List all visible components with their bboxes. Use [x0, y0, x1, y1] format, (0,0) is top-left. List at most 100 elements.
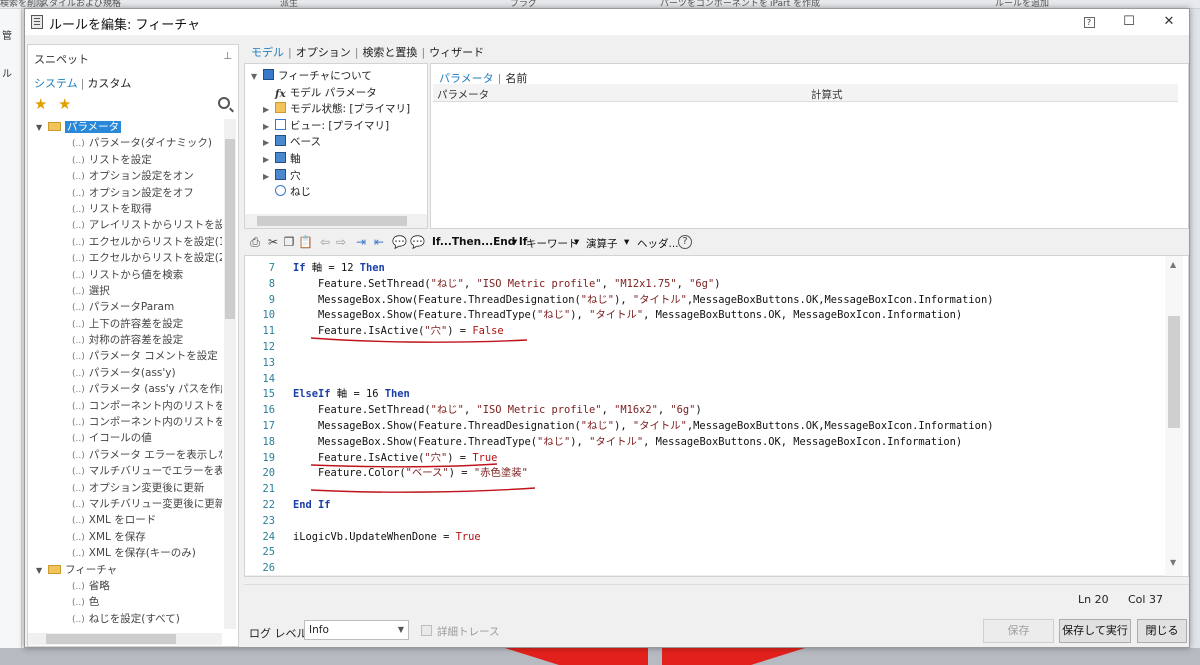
tab-wizard[interactable]: ウィザード: [429, 46, 484, 59]
expand-arrow-icon[interactable]: ▼: [251, 69, 263, 85]
outdent-icon[interactable]: ⇤: [372, 235, 386, 249]
model-tree-node[interactable]: ▼ フィーチャについて: [251, 68, 372, 84]
snippet-item[interactable]: (..) リストから値を検索: [28, 267, 222, 283]
close-button[interactable]: 閉じる: [1137, 619, 1187, 643]
snippet-item[interactable]: (..) 省略: [28, 578, 222, 594]
snippet-item[interactable]: (..) XML を保存: [28, 529, 222, 545]
expand-arrow-icon[interactable]: ▶: [263, 119, 275, 135]
chevron-down-icon[interactable]: ▼: [36, 120, 48, 136]
model-tree-node[interactable]: ▶ モデル状態: [プライマリ]: [251, 101, 410, 117]
code-line[interactable]: 7 If 軸 = 12 Then: [245, 260, 385, 276]
redo-icon[interactable]: ⇨: [334, 235, 348, 249]
code-line[interactable]: 9 MessageBox.Show(Feature.ThreadDesignat…: [245, 292, 994, 308]
expand-arrow-icon[interactable]: ▶: [263, 169, 275, 185]
tab-find-replace[interactable]: 検索と置換: [362, 46, 417, 59]
dropdown-arrow-icon[interactable]: ▾: [512, 236, 517, 248]
snippet-item[interactable]: (..) イコールの値: [28, 430, 222, 446]
scroll-down-icon[interactable]: ▼: [1170, 558, 1176, 567]
snippet-folder[interactable]: ▼ パラメータ: [28, 119, 222, 135]
operator-menu[interactable]: 演算子: [586, 236, 618, 251]
scroll-thumb[interactable]: [257, 216, 407, 226]
paste-icon[interactable]: 📋: [298, 235, 313, 249]
chevron-down-icon[interactable]: ▼: [36, 563, 48, 579]
editor-vertical-scrollbar[interactable]: ▲ ▼: [1165, 256, 1183, 576]
model-tree-node[interactable]: ▶ 軸: [251, 151, 301, 167]
snippet-item[interactable]: (..)パラメータ エラーを表示しない: [28, 447, 222, 463]
snippet-item[interactable]: (..) XML を保存(キーのみ): [28, 545, 222, 561]
uncomment-icon[interactable]: 💬: [410, 235, 425, 249]
snippet-item[interactable]: (..) オプション設定をオフ: [28, 185, 222, 201]
scroll-up-icon[interactable]: ▲: [1170, 260, 1176, 269]
tab-custom[interactable]: カスタム: [87, 77, 131, 90]
dropdown-arrow-icon[interactable]: ▾: [624, 236, 629, 248]
code-line[interactable]: 17 MessageBox.Show(Feature.ThreadDesigna…: [245, 418, 993, 434]
snippet-vertical-scrollbar[interactable]: [224, 119, 236, 629]
code-line[interactable]: 23: [245, 513, 293, 529]
code-line[interactable]: 19 Feature.IsActive("穴") = True: [245, 450, 497, 466]
copy-icon[interactable]: ❐: [282, 235, 296, 249]
scroll-thumb[interactable]: [225, 139, 235, 319]
save-button[interactable]: 保存: [983, 619, 1054, 643]
editor-horizontal-scrollbar[interactable]: [245, 575, 1165, 576]
save-and-run-button[interactable]: 保存して実行: [1059, 619, 1131, 643]
code-line[interactable]: 16 Feature.SetThread("ねじ", "ISO Metric p…: [245, 402, 701, 418]
snippet-item[interactable]: (..)マルチバリューでエラーを表示しな: [28, 463, 222, 479]
snippet-item[interactable]: (..) パラメータ(ダイナミック): [28, 135, 222, 151]
snippet-horizontal-scrollbar[interactable]: [28, 633, 222, 645]
indent-icon[interactable]: ⇥: [354, 235, 368, 249]
snippet-item[interactable]: (..)コンポーネント内のリストを取得: [28, 414, 222, 430]
code-line[interactable]: 12: [245, 339, 293, 355]
close-window-button[interactable]: ✕: [1149, 9, 1189, 35]
tab-options[interactable]: オプション: [296, 46, 351, 59]
code-line[interactable]: 24 iLogicVb.UpdateWhenDone = True: [245, 529, 480, 545]
code-line[interactable]: 15 ElseIf 軸 = 16 Then: [245, 386, 409, 402]
model-tree-node[interactable]: fx モデル パラメータ: [251, 85, 377, 101]
model-tree-node[interactable]: ▶ 穴: [251, 168, 301, 184]
favorites-star-icon[interactable]: ★: [34, 95, 47, 113]
code-line[interactable]: 8 Feature.SetThread("ねじ", "ISO Metric pr…: [245, 276, 721, 292]
code-line[interactable]: 25: [245, 544, 293, 560]
snippet-item[interactable]: (..)コンポーネント内のリストを設定: [28, 398, 222, 414]
snippet-item[interactable]: (..) ねじを設定(すべて): [28, 611, 222, 627]
snippet-item[interactable]: (..) パラメータ (ass'y パスを作成): [28, 381, 222, 397]
cut-icon[interactable]: ✂: [266, 235, 280, 249]
print-icon[interactable]: ⎙: [248, 235, 262, 249]
keyword-menu[interactable]: キーワード: [526, 236, 579, 251]
snippet-item[interactable]: (..) リストを取得: [28, 201, 222, 217]
code-line[interactable]: 10 MessageBox.Show(Feature.ThreadType("ね…: [245, 307, 962, 323]
code-line[interactable]: 20 Feature.Color("ベース") = "赤色塗装": [245, 465, 527, 481]
expand-arrow-icon[interactable]: ▶: [263, 152, 275, 168]
model-tree-node[interactable]: ▶ ベース: [251, 134, 321, 150]
maximize-button[interactable]: ☐: [1109, 9, 1149, 35]
detailed-trace-checkbox[interactable]: [421, 625, 432, 636]
snippet-item[interactable]: (..) オプション変更後に更新: [28, 480, 222, 496]
tab-system[interactable]: システム: [34, 77, 78, 90]
expand-arrow-icon[interactable]: ▶: [263, 135, 275, 151]
snippet-item[interactable]: (..) アレイリストからリストを設定: [28, 217, 222, 233]
model-tree-node[interactable]: ねじ: [251, 184, 311, 200]
code-line[interactable]: 22 End If: [245, 497, 330, 513]
code-line[interactable]: 13: [245, 355, 293, 371]
code-line[interactable]: 11 Feature.IsActive("穴") = False: [245, 323, 503, 339]
snippet-item[interactable]: (..) XML をロード: [28, 512, 222, 528]
snippet-item[interactable]: (..) 対称の許容差を設定: [28, 332, 222, 348]
log-level-select[interactable]: Info ▼: [304, 620, 409, 640]
code-line[interactable]: 14: [245, 371, 293, 387]
help-button[interactable]: ?: [1069, 9, 1109, 35]
tab-model[interactable]: モデル: [251, 46, 284, 59]
code-editor[interactable]: 7 If 軸 = 12 Then 8 Feature.SetThread("ねじ",…: [244, 255, 1189, 577]
header-menu[interactable]: ヘッダ...: [637, 236, 679, 251]
snippet-item[interactable]: (..) パラメータParam: [28, 299, 222, 315]
snippet-item[interactable]: (..) リストを設定: [28, 152, 222, 168]
comment-icon[interactable]: 💬: [392, 235, 407, 249]
pin-icon[interactable]: ⊥: [223, 51, 232, 62]
snippet-item[interactable]: (..) パラメータ コメントを設定: [28, 348, 222, 364]
scroll-thumb[interactable]: [46, 634, 176, 644]
expand-arrow-icon[interactable]: ▶: [263, 102, 275, 118]
snippet-item[interactable]: (..) 色: [28, 594, 222, 610]
code-line[interactable]: 26: [245, 560, 293, 576]
title-bar[interactable]: ルールを編集: フィーチャ ? ☐ ✕: [25, 9, 1189, 35]
snippet-folder[interactable]: ▼ フィーチャ: [28, 562, 222, 578]
snippet-item[interactable]: (..) パラメータ(ass'y): [28, 365, 222, 381]
snippet-item[interactable]: (..) エクセルからリストを設定(1): [28, 234, 222, 250]
